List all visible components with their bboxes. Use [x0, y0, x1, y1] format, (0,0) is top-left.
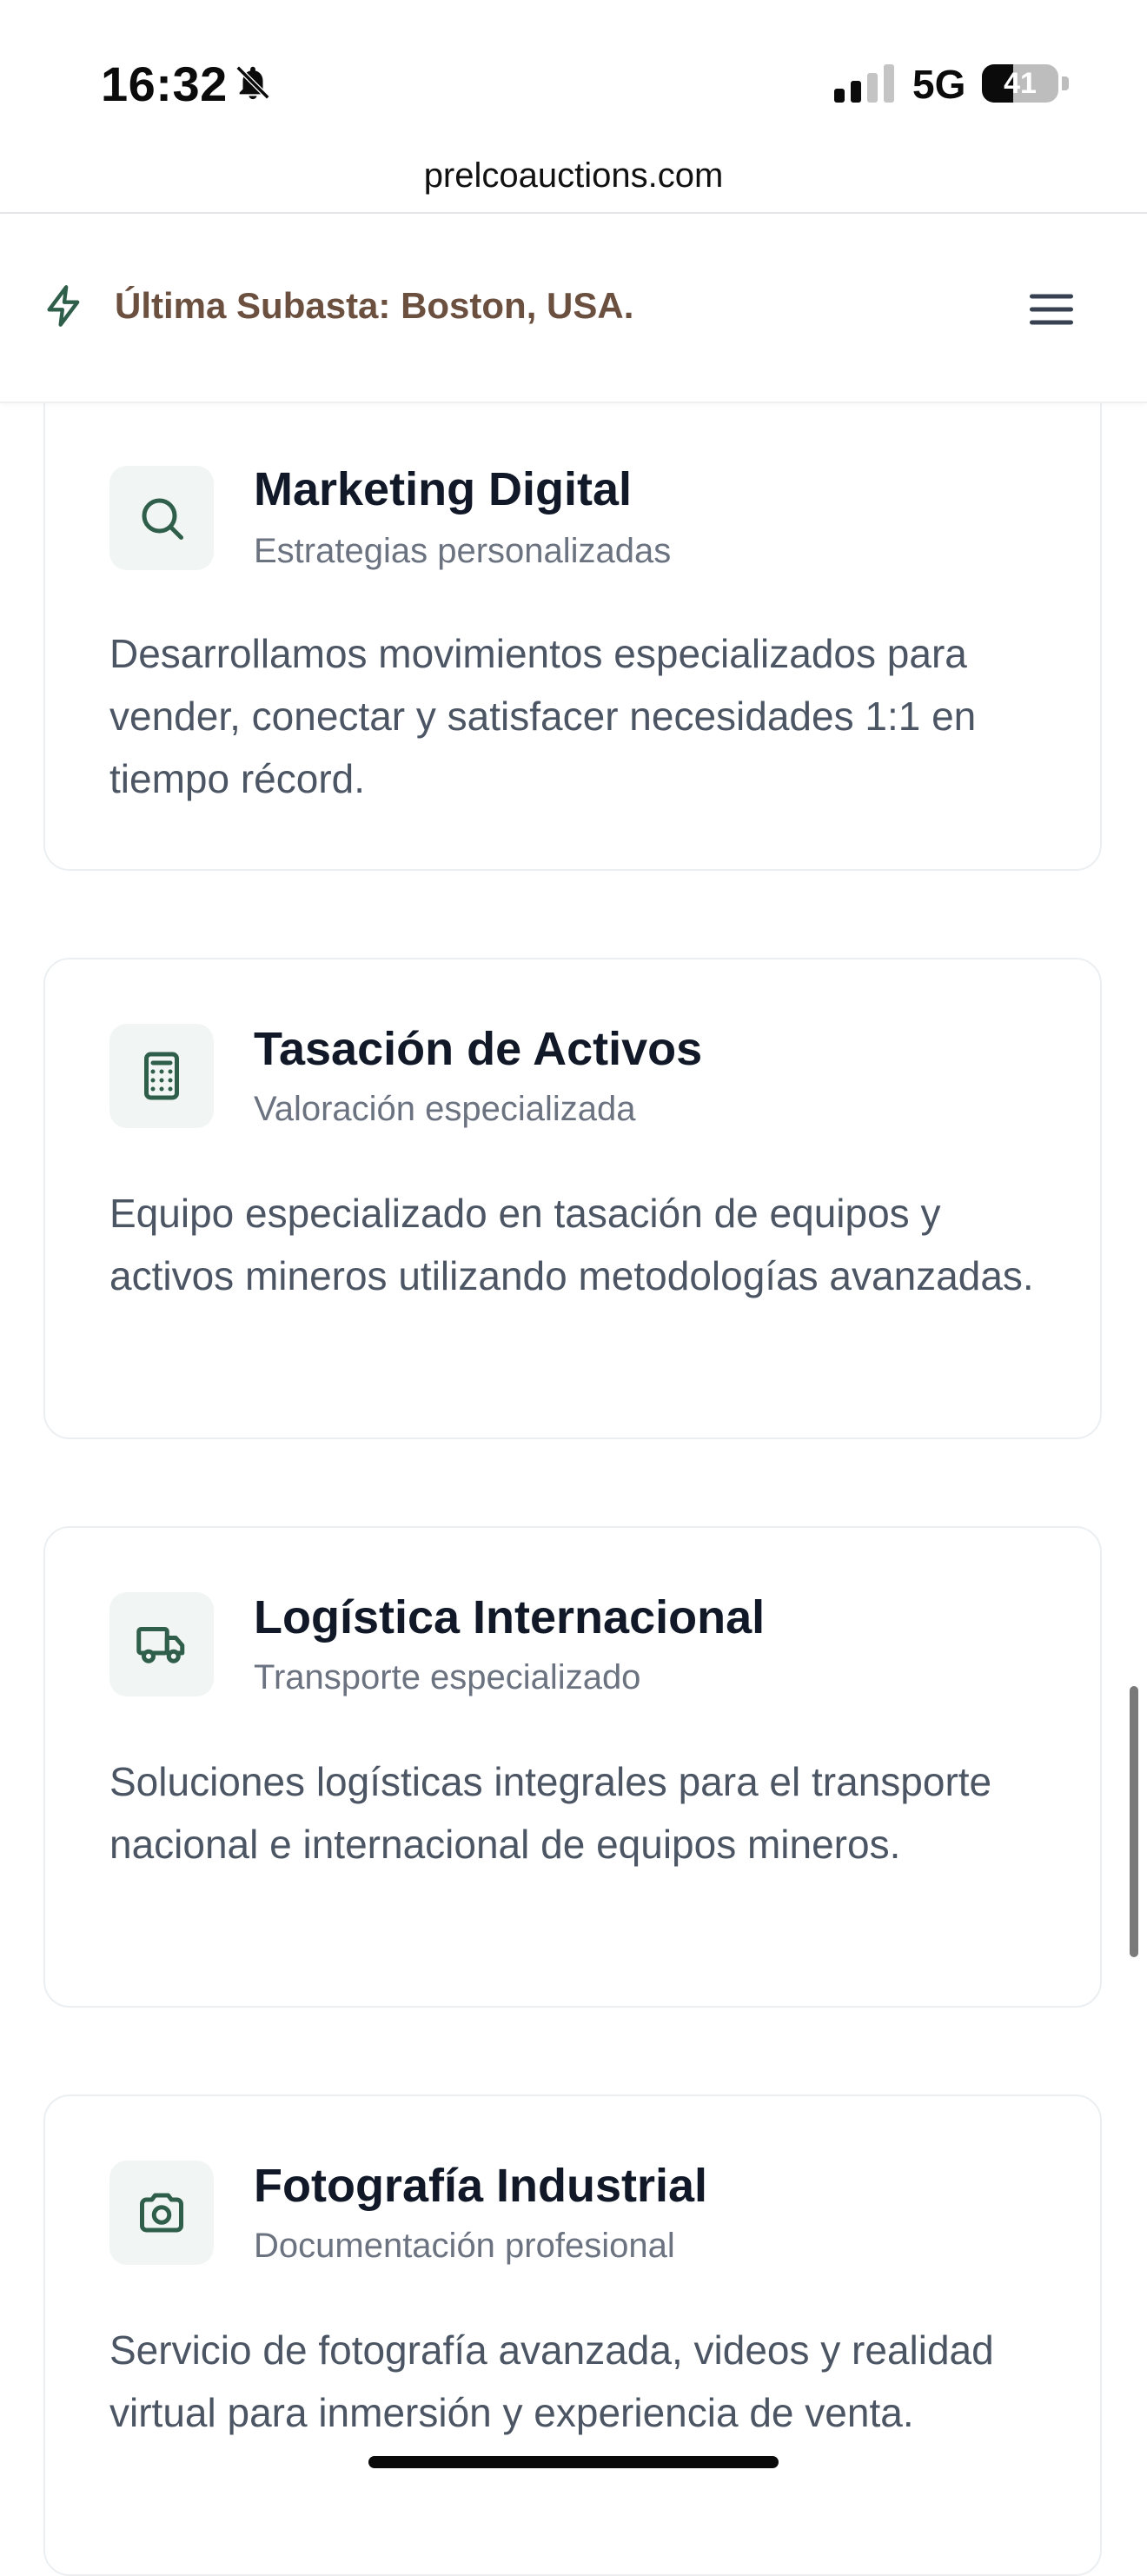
service-description: Servicio de fotografía avanzada, videos … — [109, 2327, 994, 2435]
battery-level: 41 — [1004, 67, 1037, 100]
scrollbar[interactable] — [1130, 1686, 1138, 1957]
service-title: Marketing Digital — [254, 463, 633, 515]
signal-bars-icon — [834, 64, 894, 103]
icon-tile — [109, 2161, 214, 2265]
service-description: Soluciones logísticas integrales para el… — [109, 1759, 992, 1867]
service-card-logistics: Logística Internacional Transporte espec… — [43, 1526, 1102, 2008]
bell-slash-icon — [235, 65, 270, 100]
site-header: Última Subasta: Boston, USA. — [0, 214, 1147, 403]
camera-icon — [140, 2193, 183, 2233]
service-title: Logística Internacional — [254, 1591, 766, 1643]
browser-url[interactable]: prelcoauctions.com — [0, 156, 1147, 196]
latest-auction-announcement[interactable]: Última Subasta: Boston, USA. — [115, 285, 633, 327]
service-subtitle: Valoración especializada — [254, 1090, 636, 1128]
service-title: Tasación de Activos — [254, 1023, 703, 1075]
service-subtitle: Transporte especializado — [254, 1658, 641, 1696]
service-card-marketing: Marketing Digital Estrategias personaliz… — [43, 365, 1102, 871]
icon-tile — [109, 1024, 214, 1128]
home-indicator[interactable] — [368, 2456, 779, 2468]
service-card-photography: Fotografía Industrial Documentación prof… — [43, 2095, 1102, 2576]
service-card-appraisal: Tasación de Activos Valoración especiali… — [43, 958, 1102, 1439]
network-type: 5G — [912, 62, 966, 107]
truck-icon — [136, 1627, 185, 1663]
search-icon — [142, 498, 183, 540]
service-subtitle: Documentación profesional — [254, 2227, 675, 2265]
service-subtitle: Estrategias personalizadas — [254, 532, 672, 570]
icon-tile — [109, 466, 214, 570]
status-bar: 16:32 5G 41 prelcoauctions.com — [0, 0, 1147, 195]
status-time: 16:32 — [101, 56, 228, 111]
calculator-icon — [144, 1052, 179, 1100]
battery-icon: 41 — [982, 64, 1069, 103]
icon-tile — [109, 1592, 214, 1696]
service-description: Desarrollamos movimientos especializados… — [109, 631, 977, 801]
bolt-icon — [47, 285, 80, 327]
service-title: Fotografía Industrial — [254, 2160, 708, 2212]
service-description: Equipo especializado en tasación de equi… — [109, 1191, 1034, 1298]
hamburger-menu-icon[interactable] — [1025, 283, 1077, 335]
